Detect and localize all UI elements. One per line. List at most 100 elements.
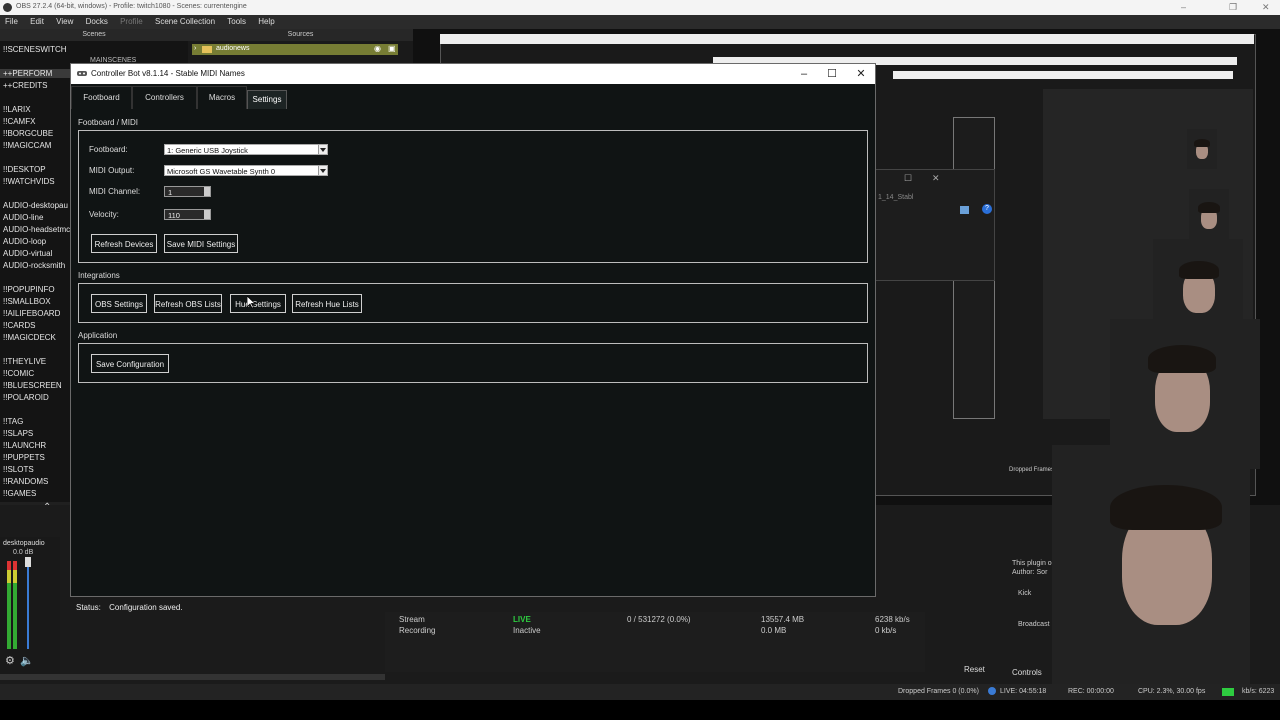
mixer-level: 0.0 dB bbox=[13, 549, 34, 556]
menu-docks[interactable]: Docks bbox=[81, 15, 113, 28]
scene-item[interactable]: !!LARIX bbox=[3, 105, 31, 114]
scene-item[interactable]: !!CAMFX bbox=[3, 117, 35, 126]
refresh-hue-lists-button[interactable]: Refresh Hue Lists bbox=[292, 294, 362, 313]
footboard-midi-group: Footboard: 1: Generic USB Joystick MIDI … bbox=[78, 130, 868, 263]
tab-footboard[interactable]: Footboard bbox=[71, 86, 132, 109]
spin-arrows-icon[interactable] bbox=[204, 210, 210, 219]
plugin-author: Author: Sor bbox=[1012, 569, 1048, 576]
preview-nested-titlebar-3 bbox=[893, 71, 1233, 79]
footboard-label: Footboard: bbox=[89, 145, 128, 154]
scene-item[interactable]: !!SLAPS bbox=[3, 429, 33, 438]
menu-profile[interactable]: Profile bbox=[115, 15, 148, 28]
obs-maximize-icon[interactable]: ❐ bbox=[1229, 2, 1237, 13]
chevron-down-icon[interactable] bbox=[318, 145, 327, 154]
minimize-icon[interactable]: – bbox=[790, 66, 818, 82]
midi-output-label: MIDI Output: bbox=[89, 166, 135, 175]
tab-macros[interactable]: Macros bbox=[197, 86, 247, 109]
chevron-down-icon[interactable] bbox=[318, 166, 327, 175]
webcam-large bbox=[1052, 445, 1250, 690]
volume-slider[interactable] bbox=[27, 557, 29, 649]
refresh-devices-button[interactable]: Refresh Devices bbox=[91, 234, 157, 253]
obs-settings-button[interactable]: OBS Settings bbox=[91, 294, 147, 313]
scene-item[interactable]: !!SMALLBOX bbox=[3, 297, 51, 306]
status-value: Configuration saved. bbox=[109, 603, 183, 612]
menu-tools[interactable]: Tools bbox=[222, 15, 251, 28]
stats-data: 13557.4 MB bbox=[761, 615, 805, 624]
scene-item[interactable]: AUDIO-loop bbox=[3, 237, 46, 246]
lock-icon[interactable]: ▣ bbox=[388, 44, 396, 53]
source-row[interactable]: › audionews ◉ ▣ bbox=[192, 44, 398, 55]
maximize-icon[interactable]: ☐ bbox=[818, 66, 846, 82]
close-icon[interactable]: ✕ bbox=[847, 66, 875, 82]
scene-item[interactable]: !!COMIC bbox=[3, 369, 34, 378]
reset-button[interactable]: Reset bbox=[964, 665, 985, 674]
scene-item[interactable]: !!MAGICCAM bbox=[3, 141, 51, 150]
tab-settings[interactable]: Settings bbox=[247, 90, 287, 109]
nested-version-text: 1_14_Stabl bbox=[878, 194, 914, 201]
scene-item[interactable]: !!AILIFEBOARD bbox=[3, 309, 60, 318]
scene-item[interactable]: AUDIO-virtual bbox=[3, 249, 52, 258]
volume-slider-handle[interactable] bbox=[25, 557, 31, 567]
mixer-source-name: desktopaudio bbox=[3, 540, 45, 547]
status-dropped-frames: Dropped Frames 0 (0.0%) bbox=[898, 688, 979, 695]
menu-help[interactable]: Help bbox=[253, 15, 279, 28]
scene-item[interactable]: !!MAGICDECK bbox=[3, 333, 56, 342]
scene-item[interactable]: !!BLUESCREEN bbox=[3, 381, 62, 390]
scene-item[interactable]: !!CARDS bbox=[3, 321, 35, 330]
section-application: Application bbox=[78, 331, 118, 340]
scene-item[interactable]: AUDIO-desktopau bbox=[3, 201, 68, 210]
midi-output-select[interactable]: Microsoft GS Wavetable Synth 0 bbox=[164, 165, 328, 176]
section-footboard-midi: Footboard / MIDI bbox=[78, 118, 139, 127]
scene-item[interactable]: !!RANDOMS bbox=[3, 477, 48, 486]
broadcast-label[interactable]: Broadcast bbox=[1018, 621, 1050, 628]
midi-channel-stepper[interactable]: 1 bbox=[164, 186, 211, 197]
gear-icon[interactable]: ⚙ bbox=[5, 654, 15, 667]
scene-item[interactable]: !!WATCHVIDS bbox=[3, 177, 55, 186]
velocity-stepper[interactable]: 110 bbox=[164, 209, 211, 220]
obs-minimize-icon[interactable]: – bbox=[1181, 2, 1186, 12]
scene-item[interactable]: !!DESKTOP bbox=[3, 165, 46, 174]
scene-item[interactable]: !!GAMES bbox=[3, 489, 36, 498]
scene-item[interactable]: ++CREDITS bbox=[3, 81, 47, 90]
scene-item[interactable]: !!PUPPETS bbox=[3, 453, 45, 462]
scene-item[interactable]: AUDIO-headsetmc bbox=[3, 225, 70, 234]
visibility-eye-icon[interactable]: ◉ bbox=[374, 44, 381, 53]
menu-view[interactable]: View bbox=[51, 15, 78, 28]
menu-edit[interactable]: Edit bbox=[25, 15, 49, 28]
speaker-icon[interactable]: 🔈 bbox=[20, 654, 34, 667]
tab-controllers[interactable]: Controllers bbox=[132, 86, 197, 109]
expand-arrow-icon[interactable]: › bbox=[194, 45, 196, 52]
horizontal-scrollbar[interactable] bbox=[0, 674, 385, 680]
obs-titlebar: OBS 27.2.4 (64-bit, windows) - Profile: … bbox=[0, 0, 1280, 15]
footboard-select[interactable]: 1: Generic USB Joystick bbox=[164, 144, 328, 155]
spin-arrows-icon[interactable] bbox=[204, 187, 210, 196]
scene-item[interactable]: AUDIO-line bbox=[3, 213, 43, 222]
menu-file[interactable]: File bbox=[0, 15, 23, 28]
scene-item[interactable]: !!TAG bbox=[3, 417, 23, 426]
hue-settings-button[interactable]: Hue Settings bbox=[230, 294, 286, 313]
refresh-obs-lists-button[interactable]: Refresh OBS Lists bbox=[154, 294, 222, 313]
scene-item[interactable]: !!SCENESWITCH bbox=[3, 45, 67, 54]
menu-scene-collection[interactable]: Scene Collection bbox=[150, 15, 220, 28]
scene-item[interactable]: !!LAUNCHR bbox=[3, 441, 46, 450]
cb-statusbar: Status: Configuration saved. bbox=[76, 603, 183, 612]
mouse-cursor-icon bbox=[247, 296, 256, 309]
volume-meter-right bbox=[13, 561, 17, 649]
scene-item[interactable]: !!POPUPINFO bbox=[3, 285, 55, 294]
nested-panel-icon bbox=[960, 206, 969, 214]
scene-item[interactable]: !!BORGCUBE bbox=[3, 129, 53, 138]
scene-item[interactable]: !!THEYLIVE bbox=[3, 357, 46, 366]
save-configuration-button[interactable]: Save Configuration bbox=[91, 354, 169, 373]
stats-label: Stream bbox=[399, 615, 425, 624]
obs-close-icon[interactable]: ✕ bbox=[1262, 2, 1270, 13]
save-midi-settings-button[interactable]: Save MIDI Settings bbox=[164, 234, 238, 253]
scene-item[interactable]: !!POLAROID bbox=[3, 393, 49, 402]
stats-dropped bbox=[613, 625, 747, 636]
velocity-label: Velocity: bbox=[89, 210, 119, 219]
status-kbps: kb/s: 6223 bbox=[1242, 688, 1275, 695]
webcam-tiny-1 bbox=[1187, 129, 1217, 169]
scene-item[interactable]: AUDIO-rocksmith bbox=[3, 261, 65, 270]
kick-label[interactable]: Kick bbox=[1018, 590, 1031, 597]
scene-item[interactable]: !!SLOTS bbox=[3, 465, 34, 474]
application-group: Save Configuration bbox=[78, 343, 868, 383]
